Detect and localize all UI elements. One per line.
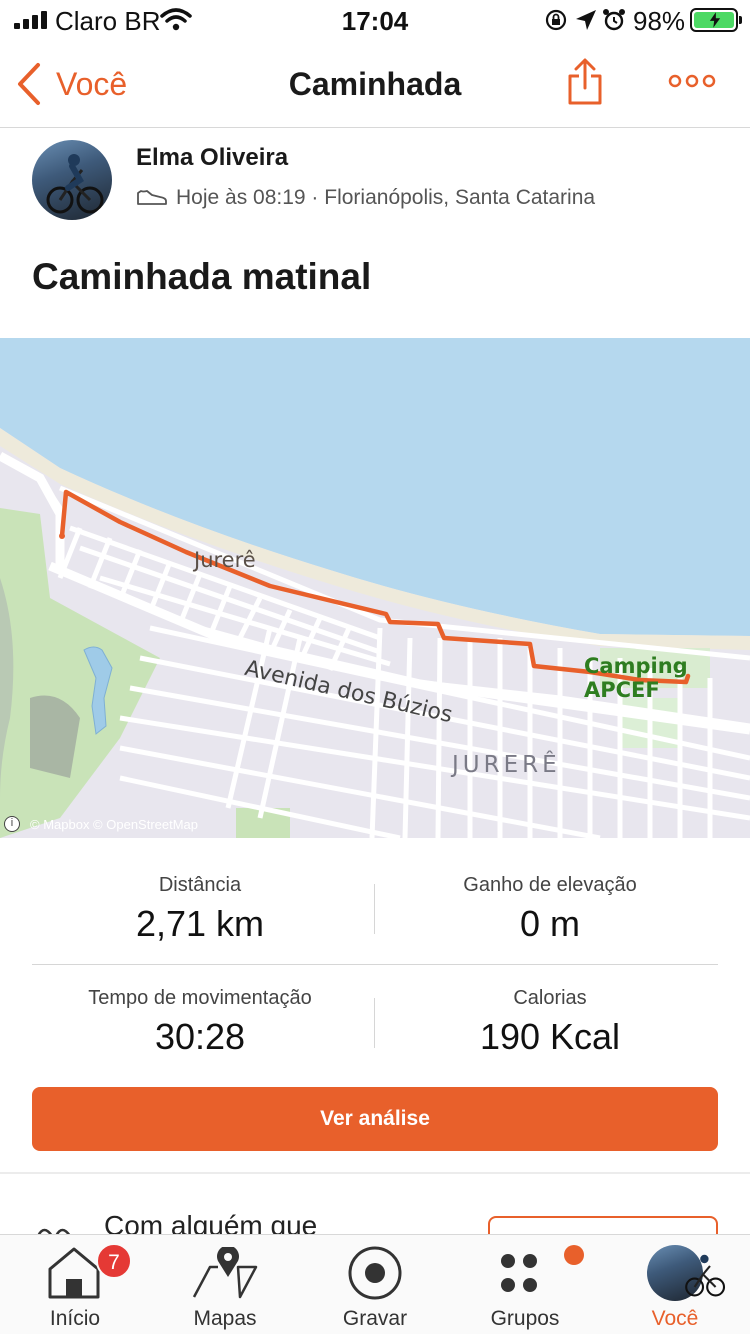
route-map[interactable]: Jurerê Camping APCEF JURERÊ Avenida dos … <box>0 338 750 838</box>
stat-label: Tempo de movimentação <box>88 987 312 1009</box>
tab-groups[interactable]: Grupos <box>450 1235 600 1334</box>
stat-value: 0 m <box>519 903 580 944</box>
map-label-jurere-beach: Jurerê <box>194 548 256 572</box>
route-start <box>59 533 65 539</box>
notification-badge: 7 <box>96 1243 132 1279</box>
tab-label: Você <box>651 1307 699 1330</box>
stat-elevation: Ganho de elevação 0 m <box>378 874 722 945</box>
athlete-avatar[interactable] <box>32 140 112 220</box>
map-label-jurere: JURERÊ <box>452 752 561 778</box>
map-attribution[interactable]: i © Mapbox © OpenStreetMap <box>4 816 198 832</box>
walking-shoe-icon <box>137 190 167 205</box>
attribution-text: © Mapbox © OpenStreetMap <box>30 816 199 832</box>
stat-distance: Distância 2,71 km <box>28 874 372 945</box>
stat-label: Calorias <box>513 987 587 1009</box>
tab-home[interactable]: 7 Início <box>0 1235 150 1334</box>
tab-profile[interactable]: Você <box>600 1235 750 1334</box>
alarm-icon <box>603 9 625 31</box>
section-divider <box>0 1172 750 1174</box>
activity-title: Caminhada matinal <box>32 256 372 297</box>
tab-label: Mapas <box>193 1307 257 1330</box>
activity-meta: Hoje às 08:19 · Florianópolis, Santa Cat… <box>136 186 595 210</box>
tab-label: Gravar <box>342 1307 408 1330</box>
stat-label: Ganho de elevação <box>463 874 637 896</box>
tab-maps[interactable]: Mapas <box>150 1235 300 1334</box>
stat-label: Distância <box>158 874 242 896</box>
activity-date-location: Hoje às 08:19 · Florianópolis, Santa Cat… <box>176 186 596 209</box>
tab-bar: 7 Início Mapas Gravar Grupos Você <box>0 1234 750 1334</box>
share-icon[interactable] <box>566 58 604 106</box>
view-analysis-button[interactable]: Ver análise <box>32 1087 718 1151</box>
page-title: Caminhada <box>288 66 462 102</box>
more-options-icon[interactable] <box>668 66 716 96</box>
stat-calories: Calorias 190 Kcal <box>378 987 722 1058</box>
stat-value: 2,71 km <box>135 903 265 944</box>
location-arrow-icon <box>576 10 596 30</box>
new-activity-dot <box>564 1245 584 1265</box>
battery-icon <box>690 8 742 32</box>
battery-percentage: 98% <box>633 6 686 36</box>
stat-moving-time: Tempo de movimentação 30:28 <box>28 987 372 1058</box>
record-icon <box>348 1246 402 1300</box>
divider <box>374 884 375 934</box>
map-icon <box>192 1247 258 1299</box>
stat-value: 30:28 <box>154 1016 246 1057</box>
status-bar: Claro BR 17:04 98% <box>0 0 750 40</box>
map-canvas <box>0 338 750 838</box>
info-icon[interactable]: i <box>4 816 20 832</box>
tab-record[interactable]: Gravar <box>300 1235 450 1334</box>
rotation-lock-icon <box>545 9 567 31</box>
map-label-camping: Camping APCEF <box>584 654 688 702</box>
stat-value: 190 Kcal <box>479 1016 621 1057</box>
tab-label: Grupos <box>490 1307 560 1330</box>
tab-label: Início <box>49 1307 101 1330</box>
divider <box>32 964 718 965</box>
navigation-bar: Você Caminhada <box>0 40 750 128</box>
athlete-name[interactable]: Elma Oliveira <box>136 144 288 172</box>
groups-icon <box>501 1254 537 1292</box>
profile-avatar <box>647 1245 726 1301</box>
divider <box>374 998 375 1048</box>
home-icon <box>48 1247 100 1299</box>
